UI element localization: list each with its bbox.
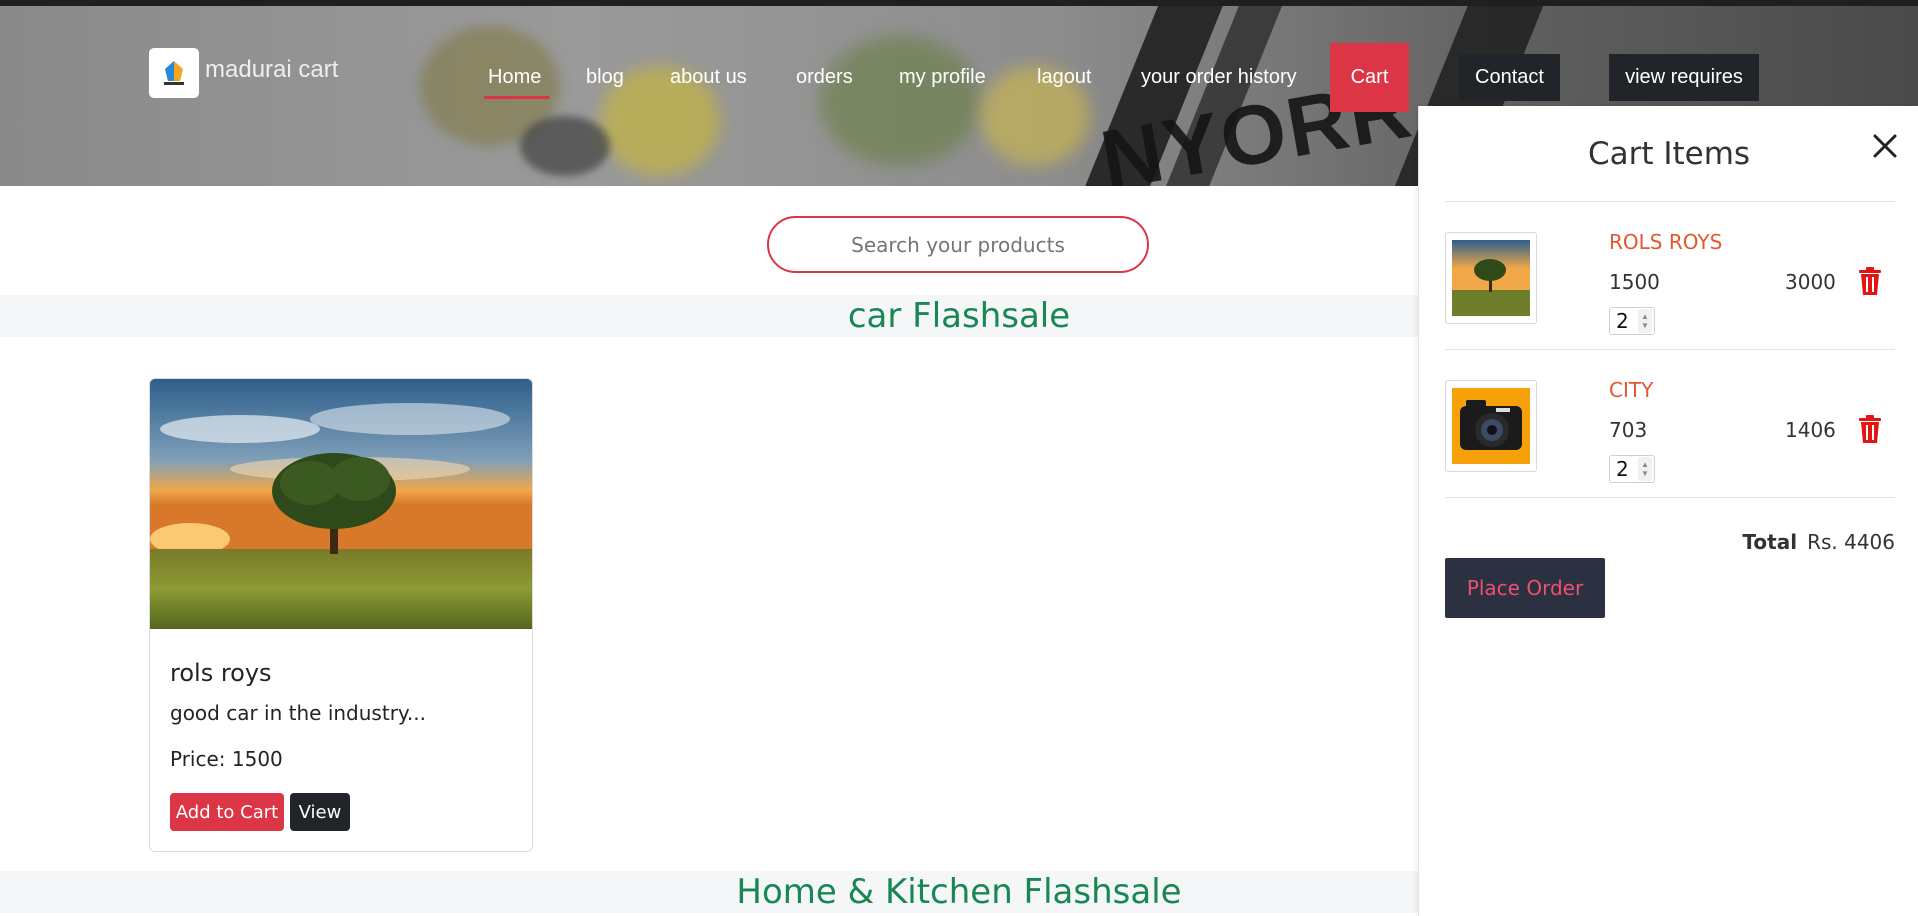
nav-order-history[interactable]: your order history bbox=[1141, 66, 1297, 89]
trash-icon[interactable] bbox=[1857, 266, 1883, 296]
contact-button[interactable]: Contact bbox=[1459, 54, 1560, 101]
quantity-stepper[interactable]: 2 ▲ ▼ bbox=[1609, 307, 1655, 335]
active-nav-indicator bbox=[484, 96, 550, 99]
total-value: Rs. 4406 bbox=[1807, 530, 1895, 554]
cart-item-price: 703 bbox=[1609, 418, 1648, 442]
product-image[interactable] bbox=[150, 379, 532, 629]
cart-item-subtotal: 3000 bbox=[1785, 270, 1836, 294]
nav-about-us[interactable]: about us bbox=[670, 66, 747, 89]
divider bbox=[1445, 497, 1895, 498]
quantity-value: 2 bbox=[1616, 309, 1629, 333]
nav-blog[interactable]: blog bbox=[586, 66, 624, 89]
cart-item-thumbnail bbox=[1445, 232, 1537, 324]
quantity-value: 2 bbox=[1616, 457, 1629, 481]
cart-item-name: ROLS ROYS bbox=[1609, 230, 1723, 254]
total-label: Total bbox=[1742, 530, 1798, 554]
product-card: rols roys good car in the industry... Pr… bbox=[149, 378, 533, 852]
cart-title: Cart Items bbox=[1587, 136, 1751, 172]
cart-item: ROLS ROYS 1500 3000 2 ▲ ▼ bbox=[1419, 202, 1918, 350]
cart-item-thumbnail bbox=[1445, 380, 1537, 472]
close-icon[interactable] bbox=[1867, 128, 1903, 164]
nav-orders[interactable]: orders bbox=[796, 66, 853, 89]
nav-my-profile[interactable]: my profile bbox=[899, 66, 986, 89]
cart-item-price: 1500 bbox=[1609, 270, 1660, 294]
product-title: rols roys bbox=[170, 659, 272, 687]
cart-button[interactable]: Cart bbox=[1330, 43, 1409, 112]
quantity-stepper[interactable]: 2 ▲ ▼ bbox=[1609, 455, 1655, 483]
trash-icon[interactable] bbox=[1857, 414, 1883, 444]
logo-icon[interactable] bbox=[149, 48, 199, 98]
product-description: good car in the industry... bbox=[170, 701, 426, 725]
view-product-button[interactable]: View bbox=[290, 793, 350, 831]
spinner-icon[interactable]: ▲ ▼ bbox=[1638, 309, 1652, 333]
logo-text[interactable]: madurai cart bbox=[205, 56, 338, 84]
search-input[interactable] bbox=[767, 216, 1149, 273]
place-order-button[interactable]: Place Order bbox=[1445, 558, 1605, 618]
nav-home[interactable]: Home bbox=[488, 66, 541, 89]
cart-item-name: CITY bbox=[1609, 378, 1654, 402]
nav-logout[interactable]: lagout bbox=[1037, 66, 1092, 89]
cart-sidebar: Cart Items ROLS ROYS 1500 3000 2 ▲ ▼ CIT… bbox=[1418, 106, 1918, 916]
product-price: Price: 1500 bbox=[170, 747, 283, 771]
cart-item-subtotal: 1406 bbox=[1785, 418, 1836, 442]
view-requires-button[interactable]: view requires bbox=[1609, 54, 1759, 101]
cart-item: CITY 703 1406 2 ▲ ▼ bbox=[1419, 350, 1918, 498]
add-to-cart-button[interactable]: Add to Cart bbox=[170, 793, 284, 831]
spinner-icon[interactable]: ▲ ▼ bbox=[1638, 457, 1652, 481]
cart-total: Total Rs. 4406 bbox=[1419, 530, 1895, 554]
